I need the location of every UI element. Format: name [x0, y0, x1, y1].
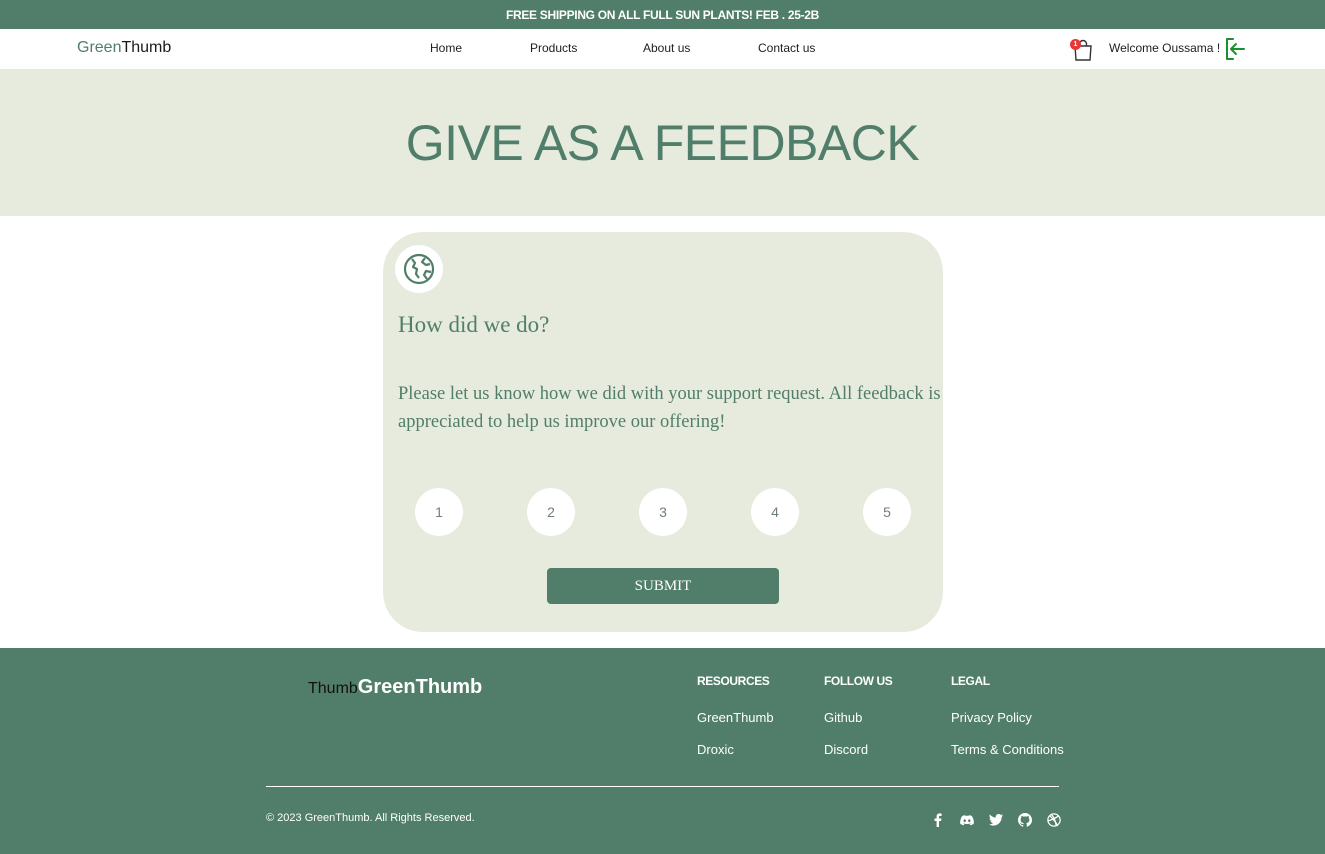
feedback-description: Please let us know how we did with your … [398, 384, 941, 432]
footer-logo-dark: Thumb [308, 680, 358, 697]
discord-icon[interactable] [959, 812, 975, 828]
submit-button[interactable]: SUBMIT [547, 568, 779, 604]
footer-divider [266, 786, 1059, 787]
announcement-bar: FREE SHIPPING ON ALL FULL SUN PLANTS! FE… [0, 0, 1325, 29]
twitter-icon[interactable] [988, 812, 1004, 828]
hero-banner: GIVE AS A FEEDBACK [0, 69, 1325, 216]
footer-link-terms[interactable]: Terms & Conditions [951, 742, 1064, 757]
nav-contact[interactable]: Contact us [758, 41, 815, 55]
brand-logo[interactable]: GreenThumb [77, 39, 171, 57]
rating-options: 1 2 3 4 5 [415, 488, 915, 536]
nav-about[interactable]: About us [643, 41, 690, 55]
navbar: GreenThumb Home Products About us Contac… [0, 29, 1325, 69]
page-title: GIVE AS A FEEDBACK [405, 114, 920, 171]
footer-link-github[interactable]: Github [824, 710, 892, 725]
globe-badge [395, 245, 443, 293]
brand-logo-part2: Thumb [121, 39, 172, 56]
cart-button[interactable]: 1 [1070, 38, 1095, 62]
footer-link-greenthumb[interactable]: GreenThumb [697, 710, 774, 725]
footer: ThumbGreenThumb RESOURCES GreenThumb Dro… [0, 648, 1325, 854]
nav-home[interactable]: Home [430, 41, 462, 55]
footer-follow: FOLLOW US Github Discord [824, 674, 893, 774]
footer-link-discord[interactable]: Discord [824, 742, 892, 757]
feedback-title: How did we do? [398, 312, 550, 337]
brand-logo-part1: Green [77, 39, 122, 56]
dribbble-icon[interactable] [1046, 812, 1062, 828]
cart-count-badge: 1 [1070, 39, 1081, 50]
footer-logo-light: GreenThumb [357, 676, 483, 698]
github-icon[interactable] [1017, 812, 1033, 828]
welcome-text: Welcome Oussama ! [1109, 41, 1221, 55]
rating-option-4[interactable]: 4 [751, 488, 799, 536]
copyright-text: © 2023 GreenThumb. All Rights Reserved. [266, 812, 475, 824]
footer-logo[interactable]: ThumbGreenThumb [308, 676, 482, 699]
footer-link-privacy[interactable]: Privacy Policy [951, 710, 1064, 725]
logout-button[interactable] [1222, 36, 1248, 62]
logout-icon [1226, 38, 1245, 60]
social-links [930, 812, 1062, 828]
globe-icon [403, 253, 435, 285]
facebook-icon[interactable] [930, 812, 946, 828]
rating-option-2[interactable]: 2 [527, 488, 575, 536]
footer-resources: RESOURCES GreenThumb Droxic [697, 674, 774, 774]
footer-resources-title: RESOURCES [697, 674, 770, 688]
rating-option-1[interactable]: 1 [415, 488, 463, 536]
footer-follow-title: FOLLOW US [824, 674, 893, 688]
footer-link-droxic[interactable]: Droxic [697, 742, 774, 757]
announcement-text: FREE SHIPPING ON ALL FULL SUN PLANTS! FE… [505, 7, 820, 22]
rating-option-5[interactable]: 5 [863, 488, 911, 536]
rating-option-3[interactable]: 3 [639, 488, 687, 536]
footer-legal-title: LEGAL [951, 674, 990, 688]
footer-legal: LEGAL Privacy Policy Terms & Conditions [951, 674, 1064, 774]
feedback-card: How did we do? Please let us know how we… [383, 232, 943, 632]
nav-products[interactable]: Products [530, 41, 577, 55]
